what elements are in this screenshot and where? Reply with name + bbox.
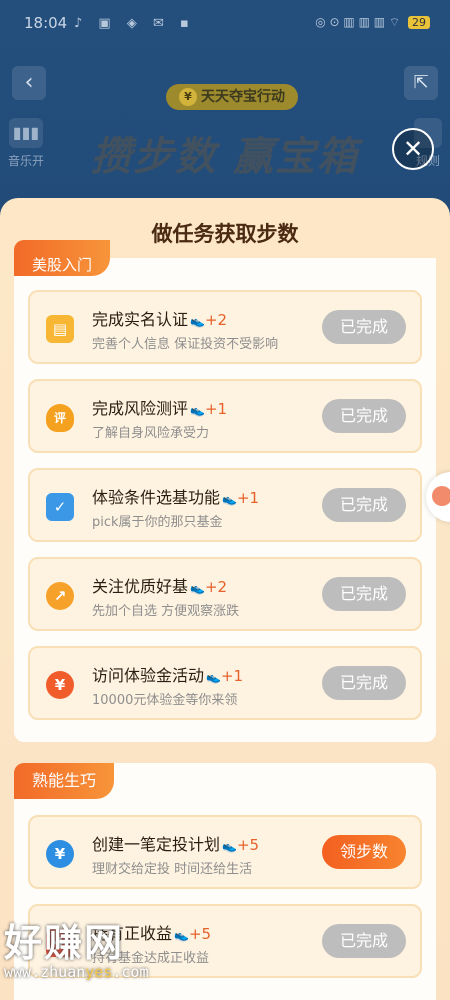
- task-desc: 10000元体验金等你来领: [92, 693, 238, 708]
- shoe-icon: 👟: [222, 839, 237, 853]
- music-toggle[interactable]: ▮▮▮ 音乐开: [8, 118, 44, 169]
- alarm-clock-icon: ¥: [46, 840, 74, 868]
- task-sheet: 做任务获取步数 美股入门 ▤ 完成实名认证 👟+2 完善个人信息 保证投资不受影响…: [0, 198, 450, 1000]
- shoe-icon: 👟: [190, 314, 205, 328]
- id-card-icon: ▤: [46, 315, 74, 343]
- task-title: 完成实名认证 👟+2: [92, 310, 228, 329]
- music-icon: ▮▮▮: [9, 118, 43, 148]
- notification-icons: ♪ ▣ ◈ ✉ ▪: [74, 16, 195, 31]
- banner-pill-label: 天天夺宝行动: [201, 89, 285, 105]
- watermark-url: www.zhuanyes.com: [4, 963, 149, 981]
- close-button[interactable]: ✕: [392, 128, 434, 170]
- task-section: 美股入门 ▤ 完成实名认证 👟+2 完善个人信息 保证投资不受影响 已完成 评 完…: [14, 240, 436, 742]
- back-icon[interactable]: ‹: [12, 66, 46, 100]
- task-done-button[interactable]: 已完成: [322, 488, 406, 522]
- checkbox-icon: ✓: [46, 493, 74, 521]
- section-tag: 美股入门: [14, 240, 111, 276]
- shoe-icon: 👟: [206, 670, 221, 684]
- shield-icon: 评: [46, 404, 74, 432]
- shoe-icon: 👟: [190, 403, 205, 417]
- task-done-button[interactable]: 已完成: [322, 310, 406, 344]
- signal-icons: ◎ ⊙ ▥ ▥ ▥ ⌔: [315, 15, 401, 29]
- task-desc: 了解自身风险承受力: [92, 426, 210, 441]
- task-desc: pick属于你的那只基金: [92, 515, 223, 530]
- task-title: 关注优质好基 👟+2: [92, 577, 228, 596]
- watermark: 好赚网 www.zhuanyes.com: [4, 912, 204, 981]
- system-icons: ◎ ⊙ ▥ ▥ ▥ ⌔ 29: [315, 15, 430, 30]
- activity-headline: 攒步数 赢宝箱: [91, 134, 359, 180]
- yuan-coin-icon: ¥: [179, 88, 197, 106]
- task-card: ¥ 访问体验金活动 👟+1 10000元体验金等你来领 已完成: [28, 646, 422, 720]
- task-title: 创建一笔定投计划 👟+5: [92, 835, 260, 854]
- claim-steps-button[interactable]: 领步数: [322, 835, 406, 869]
- shoe-icon: 👟: [222, 492, 237, 506]
- task-card: ↗ 关注优质好基 👟+2 先加个自选 方便观察涨跌 已完成: [28, 557, 422, 631]
- task-done-button[interactable]: 已完成: [322, 924, 406, 958]
- task-desc: 理财交给定投 时间还给生活: [92, 862, 253, 877]
- task-card: 评 完成风险测评 👟+1 了解自身风险承受力 已完成: [28, 379, 422, 453]
- trend-icon: ↗: [46, 582, 74, 610]
- watermark-brand: 好赚网: [4, 921, 125, 965]
- assistant-icon: [432, 486, 450, 506]
- task-title: 访问体验金活动 👟+1: [92, 666, 244, 685]
- status-time: 18:04: [24, 14, 68, 32]
- close-icon: ✕: [402, 135, 424, 163]
- task-desc: 先加个自选 方便观察涨跌: [92, 604, 240, 619]
- share-icon[interactable]: ⇱: [404, 66, 438, 100]
- section-tag: 熟能生巧: [14, 763, 115, 799]
- task-card: ▤ 完成实名认证 👟+2 完善个人信息 保证投资不受影响 已完成: [28, 290, 422, 364]
- task-card: ¥ 创建一笔定投计划 👟+5 理财交给定投 时间还给生活 领步数: [28, 815, 422, 889]
- task-done-button[interactable]: 已完成: [322, 666, 406, 700]
- status-bar: 18:04 ♪ ▣ ◈ ✉ ▪ ◎ ⊙ ▥ ▥ ▥ ⌔ 29: [0, 0, 450, 48]
- task-done-button[interactable]: 已完成: [322, 399, 406, 433]
- task-title: 完成风险测评 👟+1: [92, 399, 228, 418]
- battery-icon: 29: [408, 16, 430, 29]
- music-label: 音乐开: [8, 154, 45, 168]
- task-done-button[interactable]: 已完成: [322, 577, 406, 611]
- task-card: ✓ 体验条件选基功能 👟+1 pick属于你的那只基金 已完成: [28, 468, 422, 542]
- yuan-coin-icon: ¥: [46, 671, 74, 699]
- activity-banner-pill: ¥ 天天夺宝行动: [166, 84, 298, 110]
- task-desc: 完善个人信息 保证投资不受影响: [92, 337, 279, 352]
- task-title: 体验条件选基功能 👟+1: [92, 488, 260, 507]
- shoe-icon: 👟: [190, 581, 205, 595]
